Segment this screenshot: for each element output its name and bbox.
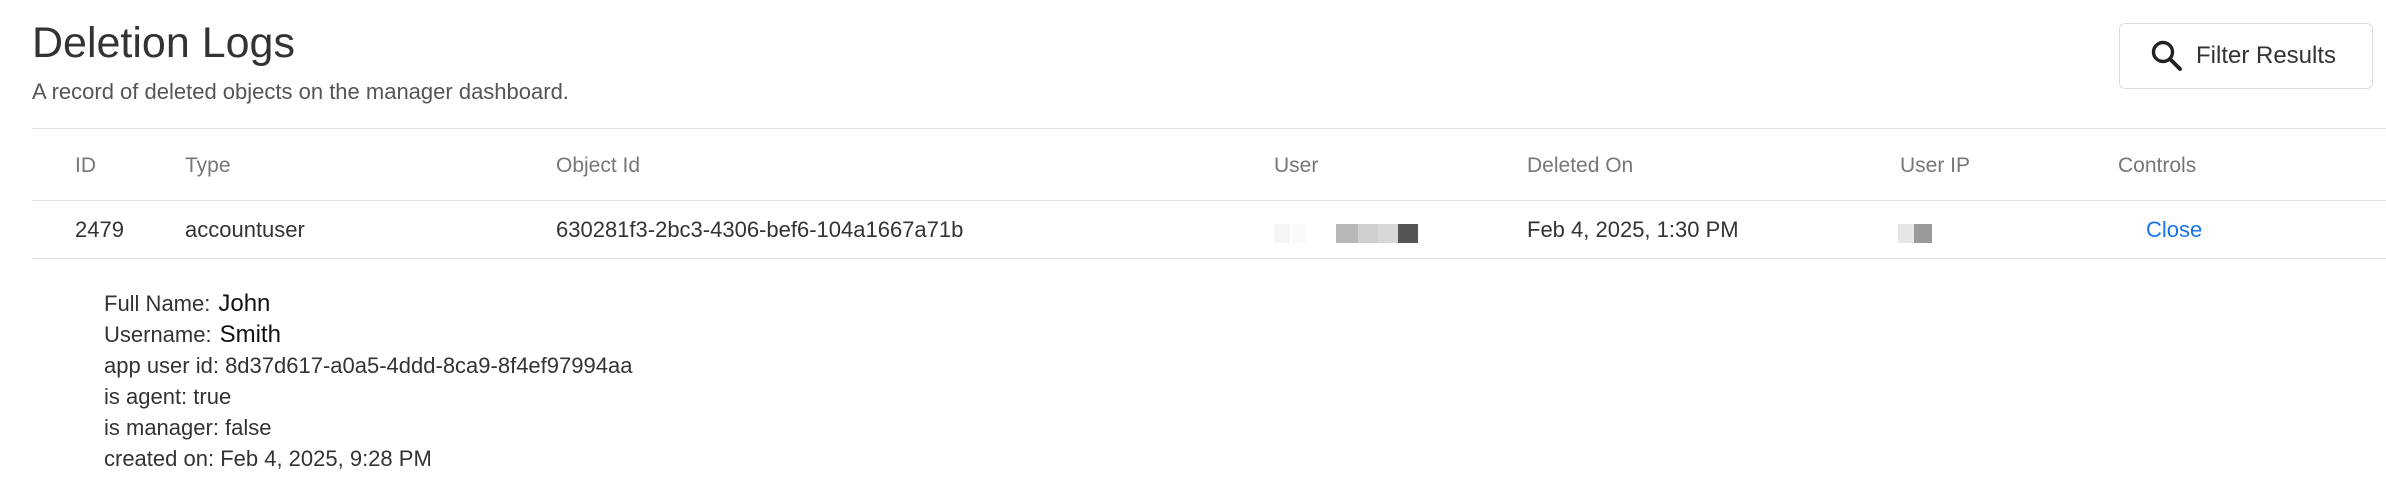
redacted-user-block	[1358, 224, 1378, 243]
detail-is-manager: is manager: false	[104, 415, 272, 440]
column-header-type: Type	[185, 154, 231, 177]
row-type-cell: accountuser	[185, 217, 305, 242]
redacted-user-block	[1292, 224, 1306, 243]
redacted-user-block	[1336, 224, 1358, 243]
detail-app-user-id: app user id: 8d37d617-a0a5-4ddd-8ca9-8f4…	[104, 353, 633, 378]
page-title: Deletion Logs	[32, 19, 295, 67]
close-details-link[interactable]: Close	[2146, 216, 2202, 244]
detail-is-agent: is agent: true	[104, 384, 232, 409]
column-header-id: ID	[75, 154, 96, 177]
row-deleted-on-cell: Feb 4, 2025, 1:30 PM	[1527, 217, 1739, 242]
detail-username-label: Username:	[104, 322, 212, 347]
search-icon	[2150, 39, 2184, 73]
detail-username: Username: Smith	[104, 319, 632, 350]
page-header: Deletion Logs A record of deleted object…	[32, 14, 569, 106]
row-object-id-cell: 630281f3-2bc3-4306-bef6-104a1667a71b	[556, 217, 964, 242]
column-header-controls: Controls	[2118, 154, 2197, 177]
redacted-ip-block	[1914, 224, 1932, 243]
column-header-user-ip: User IP	[1900, 154, 1971, 177]
column-header-user: User	[1274, 154, 1319, 177]
filter-results-button[interactable]: Filter Results	[2119, 23, 2373, 89]
header-divider	[32, 200, 2386, 201]
page-subtitle: A record of deleted objects on the manag…	[32, 79, 569, 104]
detail-full-name-label: Full Name:	[104, 291, 211, 316]
detail-created-on: created on: Feb 4, 2025, 9:28 PM	[104, 446, 432, 471]
redacted-ip-block	[1898, 224, 1914, 243]
detail-full-name-value: John	[218, 290, 271, 317]
column-header-deleted-on: Deleted On	[1527, 154, 1634, 177]
redacted-user-block	[1378, 224, 1398, 243]
redacted-user-block	[1274, 224, 1290, 243]
row-id-cell: 2479	[75, 217, 124, 242]
filter-results-label: Filter Results	[2196, 42, 2337, 69]
column-header-object-id: Object Id	[556, 154, 641, 177]
table-top-divider	[32, 128, 2386, 129]
redacted-user-block	[1398, 224, 1418, 243]
detail-username-value: Smith	[219, 321, 281, 348]
detail-full-name: Full Name: John	[104, 288, 632, 319]
row-details-panel: Full Name: John Username: Smith app user i…	[104, 288, 632, 474]
row-divider	[32, 258, 2386, 259]
